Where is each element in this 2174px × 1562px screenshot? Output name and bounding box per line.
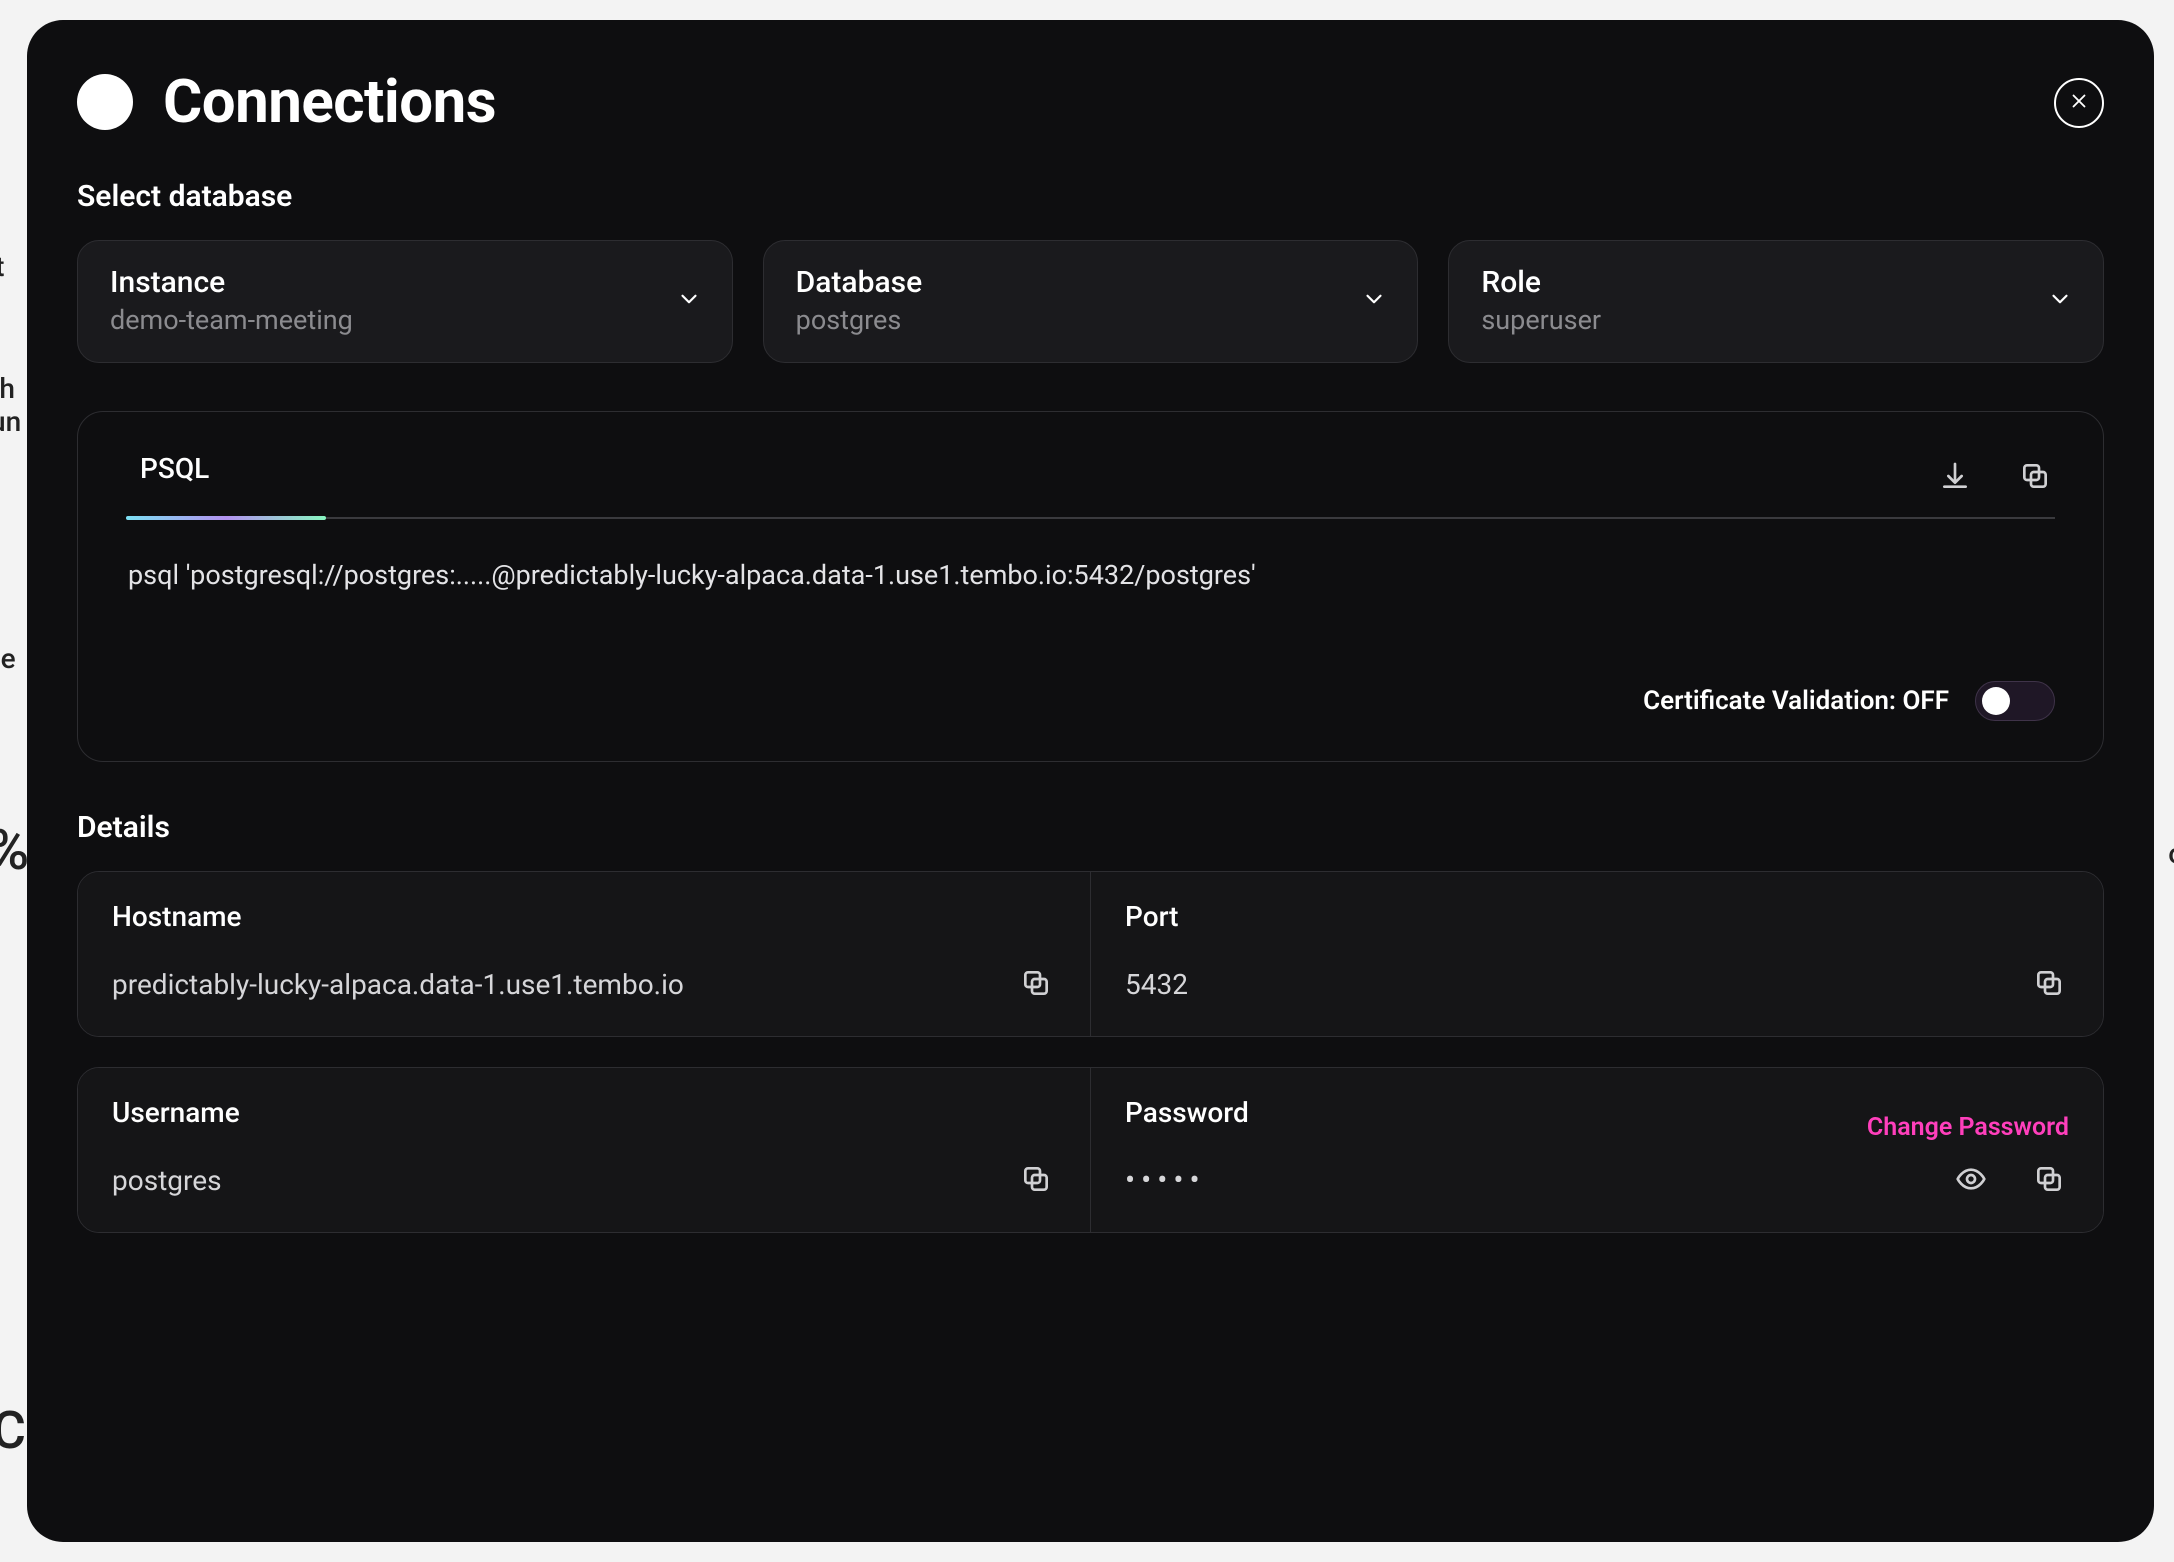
reveal-password-button[interactable] (1951, 1159, 1991, 1202)
database-selector[interactable]: Database postgres (763, 240, 1419, 363)
connection-string: psql 'postgresql://postgres:.....@predic… (126, 519, 2055, 591)
chevron-down-icon (676, 286, 702, 316)
modal-header: Connections (77, 66, 2104, 137)
copy-port-button[interactable] (2029, 963, 2069, 1006)
close-button[interactable] (2054, 78, 2104, 128)
details-row-1: Hostname predictably-lucky-alpaca.data-1… (77, 871, 2104, 1037)
modal-title-wrap: Connections (77, 66, 496, 137)
role-value: superuser (1481, 304, 1601, 336)
hostname-value: predictably-lucky-alpaca.data-1.use1.tem… (112, 968, 684, 1001)
tab-underline (126, 517, 2055, 519)
password-label: Password (1125, 1096, 1249, 1129)
copy-icon (2033, 1183, 2065, 1198)
copy-connection-button[interactable] (2015, 456, 2055, 499)
select-database-heading: Select database (77, 179, 2104, 214)
details-row-2: Username postgres Password Change Passwo… (77, 1067, 2104, 1233)
instance-selector[interactable]: Instance demo-team-meeting (77, 240, 733, 363)
copy-username-button[interactable] (1016, 1159, 1056, 1202)
port-value: 5432 (1125, 968, 1188, 1001)
certificate-validation-row: Certificate Validation: OFF (126, 591, 2055, 721)
password-masked: ••••• (1125, 1163, 1206, 1198)
close-icon (2068, 90, 2090, 115)
role-label: Role (1481, 265, 1601, 300)
download-button[interactable] (1935, 456, 1975, 499)
copy-password-button[interactable] (2029, 1159, 2069, 1202)
certificate-validation-toggle[interactable] (1975, 681, 2055, 721)
modal-title: Connections (163, 66, 496, 137)
copy-hostname-button[interactable] (1016, 963, 1056, 1006)
change-password-link[interactable]: Change Password (1867, 1113, 2069, 1142)
chevron-down-icon (2047, 286, 2073, 316)
copy-icon (1020, 987, 1052, 1002)
copy-icon (2033, 987, 2065, 1002)
role-selector[interactable]: Role superuser (1448, 240, 2104, 363)
instance-value: demo-team-meeting (110, 304, 353, 336)
details-heading: Details (77, 810, 2104, 845)
port-cell: Port 5432 (1090, 872, 2103, 1036)
username-label: Username (112, 1096, 1056, 1129)
connection-string-card: PSQL psql 'postgresql://postgres:.....@p… (77, 411, 2104, 762)
chevron-down-icon (1361, 286, 1387, 316)
eye-icon (1955, 1183, 1987, 1198)
bg-text: ce (0, 642, 16, 675)
connections-logo-icon (77, 74, 133, 130)
port-label: Port (1125, 900, 2069, 933)
toggle-knob (1982, 687, 2010, 715)
download-icon (1939, 480, 1971, 495)
copy-icon (2019, 480, 2051, 495)
connections-modal: Connections Select database Instance dem… (27, 20, 2154, 1542)
connection-tabs-row: PSQL (126, 412, 2055, 517)
connection-actions (1935, 456, 2055, 513)
database-selectors: Instance demo-team-meeting Database post… (77, 240, 2104, 363)
certificate-validation-label: Certificate Validation: OFF (1643, 686, 1949, 716)
copy-icon (1020, 1183, 1052, 1198)
bg-text: th un (0, 372, 21, 438)
hostname-label: Hostname (112, 900, 1056, 933)
bg-text: or (2168, 837, 2174, 870)
password-cell: Password Change Password ••••• (1090, 1068, 2103, 1232)
tab-psql[interactable]: PSQL (126, 452, 223, 517)
username-cell: Username postgres (78, 1068, 1090, 1232)
database-label: Database (796, 265, 922, 300)
bg-text: C (0, 1400, 26, 1461)
username-value: postgres (112, 1164, 222, 1197)
instance-label: Instance (110, 265, 353, 300)
database-value: postgres (796, 304, 922, 336)
bg-text: % (0, 817, 29, 883)
bg-text: lt (0, 250, 4, 283)
hostname-cell: Hostname predictably-lucky-alpaca.data-1… (78, 872, 1090, 1036)
